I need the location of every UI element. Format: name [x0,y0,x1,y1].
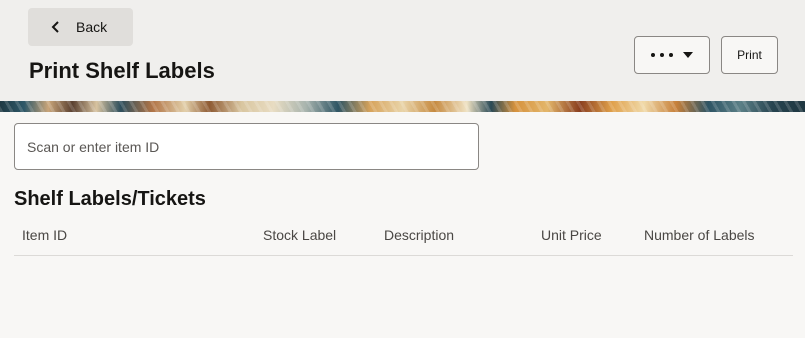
back-button-label: Back [76,19,108,35]
section-title: Shelf Labels/Tickets [14,188,206,210]
chevron-left-icon [51,21,59,33]
column-header-description: Description [384,227,455,243]
table-header-divider [14,255,793,256]
print-button[interactable]: Print [721,36,778,74]
page-header: Back Print Shelf Labels Print [0,0,805,101]
caret-down-icon [683,52,693,58]
back-button[interactable]: Back [28,8,133,46]
column-header-unit-price: Unit Price [541,227,602,243]
more-options-icon [651,53,673,57]
column-header-number-of-labels: Number of Labels [644,227,755,243]
more-options-button[interactable] [634,36,710,74]
column-header-stock-label: Stock Label [263,227,337,243]
column-header-item-id: Item ID [22,227,68,243]
page-title: Print Shelf Labels [29,58,215,83]
item-id-input[interactable] [14,123,479,170]
decorative-banner [0,101,805,112]
